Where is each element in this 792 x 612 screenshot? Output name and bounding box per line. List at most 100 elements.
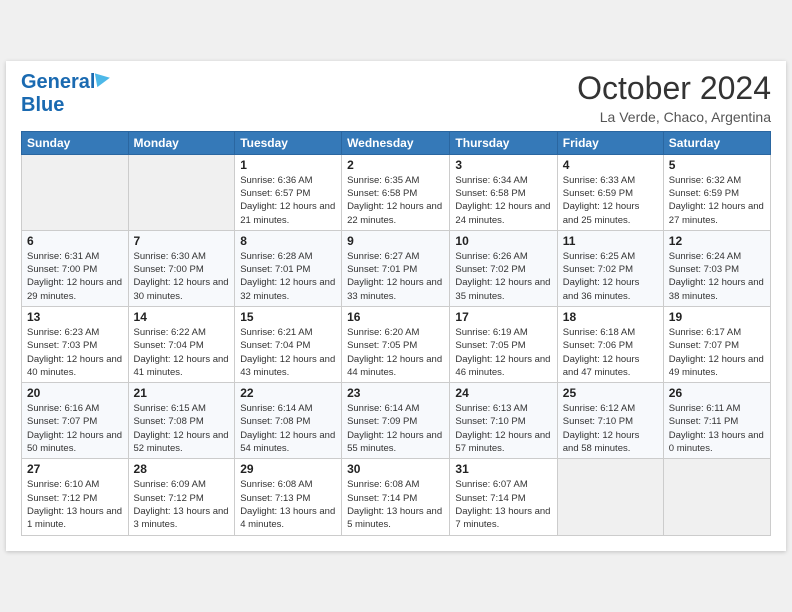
day-cell: 30 Sunrise: 6:08 AMSunset: 7:14 PMDayligh…: [342, 459, 450, 535]
day-cell: 12 Sunrise: 6:24 AMSunset: 7:03 PMDayligh…: [663, 230, 770, 306]
header-saturday: Saturday: [663, 131, 770, 154]
title-block: October 2024 La Verde, Chaco, Argentina: [577, 71, 771, 124]
day-info: Sunrise: 6:27 AMSunset: 7:01 PMDaylight:…: [347, 250, 444, 303]
day-info: Sunrise: 6:09 AMSunset: 7:12 PMDaylight:…: [134, 478, 230, 531]
day-number: 10: [455, 234, 551, 248]
day-info: Sunrise: 6:23 AMSunset: 7:03 PMDaylight:…: [27, 326, 123, 379]
day-info: Sunrise: 6:11 AMSunset: 7:11 PMDaylight:…: [669, 402, 765, 455]
day-cell: 10Sunrise: 6:26 AMSunset: 7:02 PMDayligh…: [450, 230, 557, 306]
day-number: 15: [240, 310, 336, 324]
day-info: Sunrise: 6:08 AMSunset: 7:13 PMDaylight:…: [240, 478, 336, 531]
day-number: 22: [240, 386, 336, 400]
header: General Blue October 2024 La Verde, Chac…: [21, 71, 771, 124]
day-cell: 9Sunrise: 6:27 AMSunset: 7:01 PMDaylight…: [342, 230, 450, 306]
day-number: 31: [455, 462, 551, 476]
day-cell: 25 Sunrise: 6:12 AMSunset: 7:10 PMDayligh…: [557, 383, 663, 459]
calendar-body: 1Sunrise: 6:36 AMSunset: 6:57 PMDaylight…: [22, 154, 771, 535]
day-info: Sunrise: 6:25 AMSunset: 7:02 PMDaylight:…: [563, 250, 658, 303]
day-number: 8: [240, 234, 336, 248]
day-info: Sunrise: 6:15 AMSunset: 7:08 PMDaylight:…: [134, 402, 230, 455]
day-number: 28: [134, 462, 230, 476]
day-cell: [128, 154, 235, 230]
day-cell: 26 Sunrise: 6:11 AMSunset: 7:11 PMDayligh…: [663, 383, 770, 459]
day-info: Sunrise: 6:12 AMSunset: 7:10 PMDaylight:…: [563, 402, 658, 455]
day-number: 20: [27, 386, 123, 400]
day-number: 25: [563, 386, 658, 400]
day-info: Sunrise: 6:22 AMSunset: 7:04 PMDaylight:…: [134, 326, 230, 379]
day-cell: 31 Sunrise: 6:07 AMSunset: 7:14 PMDayligh…: [450, 459, 557, 535]
day-info: Sunrise: 6:10 AMSunset: 7:12 PMDaylight:…: [27, 478, 123, 531]
day-info: Sunrise: 6:19 AMSunset: 7:05 PMDaylight:…: [455, 326, 551, 379]
day-number: 5: [669, 158, 765, 172]
day-cell: 27 Sunrise: 6:10 AMSunset: 7:12 PMDayligh…: [22, 459, 129, 535]
header-thursday: Thursday: [450, 131, 557, 154]
week-row-4: 20Sunrise: 6:16 AMSunset: 7:07 PMDayligh…: [22, 383, 771, 459]
day-info: Sunrise: 6:28 AMSunset: 7:01 PMDaylight:…: [240, 250, 336, 303]
week-row-5: 27 Sunrise: 6:10 AMSunset: 7:12 PMDayligh…: [22, 459, 771, 535]
day-info: Sunrise: 6:32 AMSunset: 6:59 PMDaylight:…: [669, 174, 765, 227]
day-info: Sunrise: 6:08 AMSunset: 7:14 PMDaylight:…: [347, 478, 444, 531]
day-info: Sunrise: 6:20 AMSunset: 7:05 PMDaylight:…: [347, 326, 444, 379]
week-row-3: 13 Sunrise: 6:23 AMSunset: 7:03 PMDayligh…: [22, 307, 771, 383]
day-cell: 24Sunrise: 6:13 AMSunset: 7:10 PMDayligh…: [450, 383, 557, 459]
logo-text: General Blue: [21, 71, 110, 117]
day-info: Sunrise: 6:18 AMSunset: 7:06 PMDaylight:…: [563, 326, 658, 379]
day-number: 1: [240, 158, 336, 172]
day-number: 2: [347, 158, 444, 172]
day-number: 14: [134, 310, 230, 324]
day-cell: 29Sunrise: 6:08 AMSunset: 7:13 PMDayligh…: [235, 459, 342, 535]
day-info: Sunrise: 6:24 AMSunset: 7:03 PMDaylight:…: [669, 250, 765, 303]
calendar-grid: Sunday Monday Tuesday Wednesday Thursday…: [21, 131, 771, 536]
day-number: 23: [347, 386, 444, 400]
day-cell: 16 Sunrise: 6:20 AMSunset: 7:05 PMDayligh…: [342, 307, 450, 383]
day-cell: 7Sunrise: 6:30 AMSunset: 7:00 PMDaylight…: [128, 230, 235, 306]
day-cell: 28 Sunrise: 6:09 AMSunset: 7:12 PMDayligh…: [128, 459, 235, 535]
day-info: Sunrise: 6:34 AMSunset: 6:58 PMDaylight:…: [455, 174, 551, 227]
day-cell: [557, 459, 663, 535]
location: La Verde, Chaco, Argentina: [577, 109, 771, 125]
day-info: Sunrise: 6:14 AMSunset: 7:08 PMDaylight:…: [240, 402, 336, 455]
day-number: 16: [347, 310, 444, 324]
logo-general: General: [21, 71, 95, 93]
month-title: October 2024: [577, 71, 771, 106]
day-info: Sunrise: 6:17 AMSunset: 7:07 PMDaylight:…: [669, 326, 765, 379]
day-info: Sunrise: 6:30 AMSunset: 7:00 PMDaylight:…: [134, 250, 230, 303]
day-cell: 17Sunrise: 6:19 AMSunset: 7:05 PMDayligh…: [450, 307, 557, 383]
day-cell: 22 Sunrise: 6:14 AMSunset: 7:08 PMDayligh…: [235, 383, 342, 459]
day-cell: 6 Sunrise: 6:31 AMSunset: 7:00 PMDaylight…: [22, 230, 129, 306]
day-number: 4: [563, 158, 658, 172]
day-number: 27: [27, 462, 123, 476]
logo-image: General Blue: [21, 71, 110, 117]
day-cell: 2 Sunrise: 6:35 AMSunset: 6:58 PMDaylight…: [342, 154, 450, 230]
day-cell: 5 Sunrise: 6:32 AMSunset: 6:59 PMDaylight…: [663, 154, 770, 230]
header-tuesday: Tuesday: [235, 131, 342, 154]
day-info: Sunrise: 6:33 AMSunset: 6:59 PMDaylight:…: [563, 174, 658, 227]
day-info: Sunrise: 6:35 AMSunset: 6:58 PMDaylight:…: [347, 174, 444, 227]
day-number: 26: [669, 386, 765, 400]
day-cell: 8 Sunrise: 6:28 AMSunset: 7:01 PMDaylight…: [235, 230, 342, 306]
day-cell: 15Sunrise: 6:21 AMSunset: 7:04 PMDayligh…: [235, 307, 342, 383]
day-info: Sunrise: 6:14 AMSunset: 7:09 PMDaylight:…: [347, 402, 444, 455]
day-number: 18: [563, 310, 658, 324]
week-row-1: 1Sunrise: 6:36 AMSunset: 6:57 PMDaylight…: [22, 154, 771, 230]
day-cell: 23 Sunrise: 6:14 AMSunset: 7:09 PMDayligh…: [342, 383, 450, 459]
week-row-2: 6 Sunrise: 6:31 AMSunset: 7:00 PMDaylight…: [22, 230, 771, 306]
logo: General Blue: [21, 71, 110, 117]
day-number: 11: [563, 234, 658, 248]
logo-blue-text: Blue: [21, 94, 64, 116]
day-number: 30: [347, 462, 444, 476]
day-info: Sunrise: 6:07 AMSunset: 7:14 PMDaylight:…: [455, 478, 551, 531]
day-number: 24: [455, 386, 551, 400]
day-number: 6: [27, 234, 123, 248]
day-info: Sunrise: 6:31 AMSunset: 7:00 PMDaylight:…: [27, 250, 123, 303]
day-cell: 11 Sunrise: 6:25 AMSunset: 7:02 PMDayligh…: [557, 230, 663, 306]
day-number: 12: [669, 234, 765, 248]
day-number: 3: [455, 158, 551, 172]
day-cell: 3 Sunrise: 6:34 AMSunset: 6:58 PMDaylight…: [450, 154, 557, 230]
header-wednesday: Wednesday: [342, 131, 450, 154]
header-friday: Friday: [557, 131, 663, 154]
day-cell: [22, 154, 129, 230]
day-number: 19: [669, 310, 765, 324]
day-number: 13: [27, 310, 123, 324]
day-cell: 21Sunrise: 6:15 AMSunset: 7:08 PMDayligh…: [128, 383, 235, 459]
